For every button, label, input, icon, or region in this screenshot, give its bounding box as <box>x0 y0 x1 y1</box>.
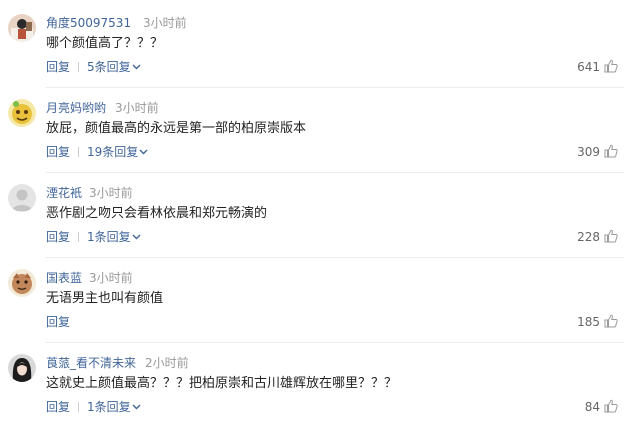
comment-text: 放屁，颜值最高的永远是第一部的柏原崇版本 <box>46 121 307 136</box>
reply-button[interactable]: 回复 <box>46 60 70 74</box>
reply-button[interactable]: 回复 <box>46 315 70 329</box>
like-area: 641 <box>577 59 618 75</box>
separator <box>78 147 80 157</box>
view-replies-button[interactable]: 1条回复 <box>87 230 141 244</box>
comment-actions: 回复 1条回复 <box>46 399 141 415</box>
replies-count-label: 1条回复 <box>87 400 131 414</box>
username[interactable]: 月亮妈哟哟 <box>46 100 106 116</box>
separator <box>78 62 80 72</box>
username[interactable]: 角度50097531 <box>46 15 131 31</box>
comment-item: 莨蒎_看不清未来 2小时前 这就史上颜值最高？？？把柏原崇和古川雄辉放在哪里？？… <box>0 354 640 439</box>
like-area: 185 <box>577 314 618 330</box>
like-area: 228 <box>577 229 618 245</box>
comment-item: 月亮妈哟哟 3小时前 放屁，颜值最高的永远是第一部的柏原崇版本 回复 19条回复 … <box>0 99 640 184</box>
divider <box>46 257 624 258</box>
like-count: 309 <box>577 145 600 159</box>
avatar[interactable] <box>8 184 36 212</box>
username[interactable]: 国表蓝 <box>46 270 82 286</box>
thumbs-up-icon[interactable] <box>604 144 618 158</box>
avatar[interactable] <box>8 14 36 42</box>
comment-text: 恶作剧之吻只会看林依晨和郑元畅演的 <box>46 206 268 221</box>
like-count: 84 <box>584 400 600 414</box>
like-area: 309 <box>577 144 618 160</box>
comment-actions: 回复 <box>46 314 70 330</box>
comment-actions: 回复 1条回复 <box>46 229 141 245</box>
reply-button[interactable]: 回复 <box>46 230 70 244</box>
thumbs-up-icon[interactable] <box>604 314 618 328</box>
replies-count-label: 5条回复 <box>87 60 131 74</box>
avatar[interactable] <box>8 99 36 127</box>
separator <box>78 402 80 412</box>
reply-button[interactable]: 回复 <box>46 145 70 159</box>
timestamp: 3小时前 <box>115 101 159 115</box>
timestamp: 3小时前 <box>143 16 187 30</box>
like-count: 641 <box>577 60 600 74</box>
view-replies-button[interactable]: 5条回复 <box>87 60 141 74</box>
comment-list: 角度50097531 3小时前 哪个颜值高了？？？ 回复 5条回复 641 月亮妈… <box>0 0 640 435</box>
comment-text: 这就史上颜值最高？？？把柏原崇和古川雄辉放在哪里？？？ <box>46 376 398 391</box>
timestamp: 3小时前 <box>89 186 133 200</box>
comment-actions: 回复 19条回复 <box>46 144 148 160</box>
timestamp: 3小时前 <box>89 271 133 285</box>
chevron-down-icon <box>132 404 141 410</box>
replies-count-label: 1条回复 <box>87 230 131 244</box>
divider <box>46 172 624 173</box>
chevron-down-icon <box>132 234 141 240</box>
separator <box>78 232 80 242</box>
like-count: 185 <box>577 315 600 329</box>
comment-text: 哪个颜值高了？？？ <box>46 36 164 51</box>
comment-actions: 回复 5条回复 <box>46 59 141 75</box>
view-replies-button[interactable]: 1条回复 <box>87 400 141 414</box>
avatar[interactable] <box>8 354 36 382</box>
username[interactable]: 湮花衹 <box>46 185 82 201</box>
reply-button[interactable]: 回复 <box>46 400 70 414</box>
thumbs-up-icon[interactable] <box>604 399 618 413</box>
view-replies-button[interactable]: 19条回复 <box>87 145 148 159</box>
divider <box>46 342 624 343</box>
chevron-down-icon <box>139 149 148 155</box>
comment-item: 角度50097531 3小时前 哪个颜值高了？？？ 回复 5条回复 641 <box>0 14 640 99</box>
like-area: 84 <box>585 399 618 415</box>
comment-item: 湮花衹 3小时前 恶作剧之吻只会看林依晨和郑元畅演的 回复 1条回复 228 <box>0 184 640 269</box>
username[interactable]: 莨蒎_看不清未来 <box>46 355 136 371</box>
comment-item: 国表蓝 3小时前 无语男主也叫有颜值 回复 185 <box>0 269 640 354</box>
avatar[interactable] <box>8 269 36 297</box>
thumbs-up-icon[interactable] <box>604 59 618 73</box>
chevron-down-icon <box>132 64 141 70</box>
divider <box>46 87 624 88</box>
thumbs-up-icon[interactable] <box>604 229 618 243</box>
timestamp: 2小时前 <box>145 356 189 370</box>
like-count: 228 <box>577 230 600 244</box>
comment-text: 无语男主也叫有颜值 <box>46 291 164 306</box>
replies-count-label: 19条回复 <box>87 145 139 159</box>
